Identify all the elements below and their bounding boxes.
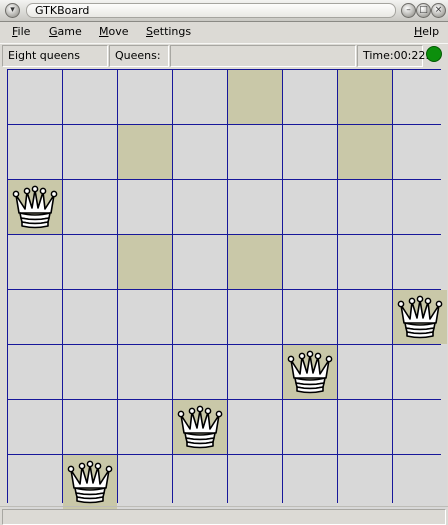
board-square[interactable] — [393, 455, 447, 509]
board-square[interactable] — [8, 290, 62, 344]
board-square[interactable] — [173, 345, 227, 399]
board-square[interactable] — [173, 290, 227, 344]
board-square[interactable] — [8, 70, 62, 124]
board-square[interactable] — [283, 235, 337, 289]
minimize-icon: – — [406, 5, 411, 15]
bottom-status-message — [2, 509, 446, 525]
board-square[interactable] — [173, 235, 227, 289]
board-square[interactable] — [393, 70, 447, 124]
board-square[interactable] — [338, 400, 392, 454]
window-menu-button[interactable]: ▾ — [5, 3, 20, 18]
board-square[interactable] — [393, 125, 447, 179]
board-square[interactable] — [283, 455, 337, 509]
menu-game[interactable]: Game — [49, 25, 82, 39]
close-icon: × — [434, 5, 443, 15]
queens-count: Queens: 5 — [109, 45, 169, 82]
timer: Time:00:22:9 — [357, 45, 436, 67]
board-square-queen[interactable] — [63, 455, 117, 509]
board-square[interactable] — [393, 235, 447, 289]
board-square[interactable] — [338, 125, 392, 179]
board-square[interactable] — [338, 180, 392, 234]
board-square[interactable] — [393, 400, 447, 454]
queen-icon — [66, 458, 114, 506]
board-square[interactable] — [338, 70, 392, 124]
bottom-status-bar — [0, 506, 448, 525]
maximize-button[interactable]: □ — [416, 3, 431, 18]
board-square[interactable] — [338, 290, 392, 344]
board-square[interactable] — [173, 455, 227, 509]
board-square[interactable] — [173, 70, 227, 124]
queen-icon — [11, 183, 59, 231]
board-square[interactable] — [63, 180, 117, 234]
status-message — [170, 45, 356, 67]
close-button[interactable]: × — [431, 3, 446, 18]
board-square[interactable] — [393, 180, 447, 234]
status-indicator-icon — [426, 46, 442, 62]
menu-help[interactable]: Help — [414, 25, 439, 39]
queen-icon — [176, 403, 224, 451]
board-square[interactable] — [228, 180, 282, 234]
board-square[interactable] — [63, 125, 117, 179]
board-square-queen[interactable] — [393, 290, 447, 344]
board-square[interactable] — [118, 70, 172, 124]
maximize-icon: □ — [419, 5, 428, 15]
board-square[interactable] — [8, 400, 62, 454]
board-square[interactable] — [63, 235, 117, 289]
menu-settings[interactable]: Settings — [146, 25, 191, 39]
board-square[interactable] — [173, 125, 227, 179]
board-square[interactable] — [228, 235, 282, 289]
board-square[interactable] — [228, 455, 282, 509]
queen-icon — [286, 348, 334, 396]
board-square[interactable] — [118, 455, 172, 509]
board-square[interactable] — [118, 125, 172, 179]
board-square-queen[interactable] — [283, 345, 337, 399]
board-square[interactable] — [228, 400, 282, 454]
title-bar: ▾ GTKBoard – □ × — [0, 0, 448, 22]
menu-file[interactable]: File — [12, 25, 30, 39]
board-square[interactable] — [8, 455, 62, 509]
board-square[interactable] — [63, 400, 117, 454]
game-name-label: Eight queens puzzle — [2, 45, 108, 82]
window-menu-icon: ▾ — [10, 5, 15, 15]
board-square[interactable] — [228, 70, 282, 124]
menu-move[interactable]: Move — [99, 25, 129, 39]
board-square[interactable] — [393, 345, 447, 399]
board-square[interactable] — [8, 125, 62, 179]
queen-icon — [396, 293, 444, 341]
board-square[interactable] — [283, 70, 337, 124]
board-square[interactable] — [228, 345, 282, 399]
window-title: GTKBoard — [26, 3, 396, 18]
board-square[interactable] — [283, 290, 337, 344]
board-square[interactable] — [8, 345, 62, 399]
board-square[interactable] — [228, 290, 282, 344]
board-square[interactable] — [118, 235, 172, 289]
board-square[interactable] — [338, 455, 392, 509]
board-square[interactable] — [338, 235, 392, 289]
board-square[interactable] — [283, 180, 337, 234]
board-square[interactable] — [283, 125, 337, 179]
status-row: Eight queens puzzle Queens: 5 Time:00:22… — [0, 43, 448, 82]
board-square[interactable] — [228, 125, 282, 179]
board-square[interactable] — [283, 400, 337, 454]
board-square-queen[interactable] — [8, 180, 62, 234]
board-square-queen[interactable] — [173, 400, 227, 454]
board-square[interactable] — [118, 400, 172, 454]
board-square[interactable] — [338, 345, 392, 399]
board-square[interactable] — [118, 345, 172, 399]
board-square[interactable] — [118, 290, 172, 344]
board-square[interactable] — [63, 345, 117, 399]
game-board[interactable] — [7, 69, 447, 509]
menu-bar: File Game Move Settings Help — [0, 22, 448, 42]
board-square[interactable] — [173, 180, 227, 234]
board-square[interactable] — [118, 180, 172, 234]
board-square[interactable] — [8, 235, 62, 289]
board-square[interactable] — [63, 70, 117, 124]
board-square[interactable] — [63, 290, 117, 344]
minimize-button[interactable]: – — [401, 3, 416, 18]
